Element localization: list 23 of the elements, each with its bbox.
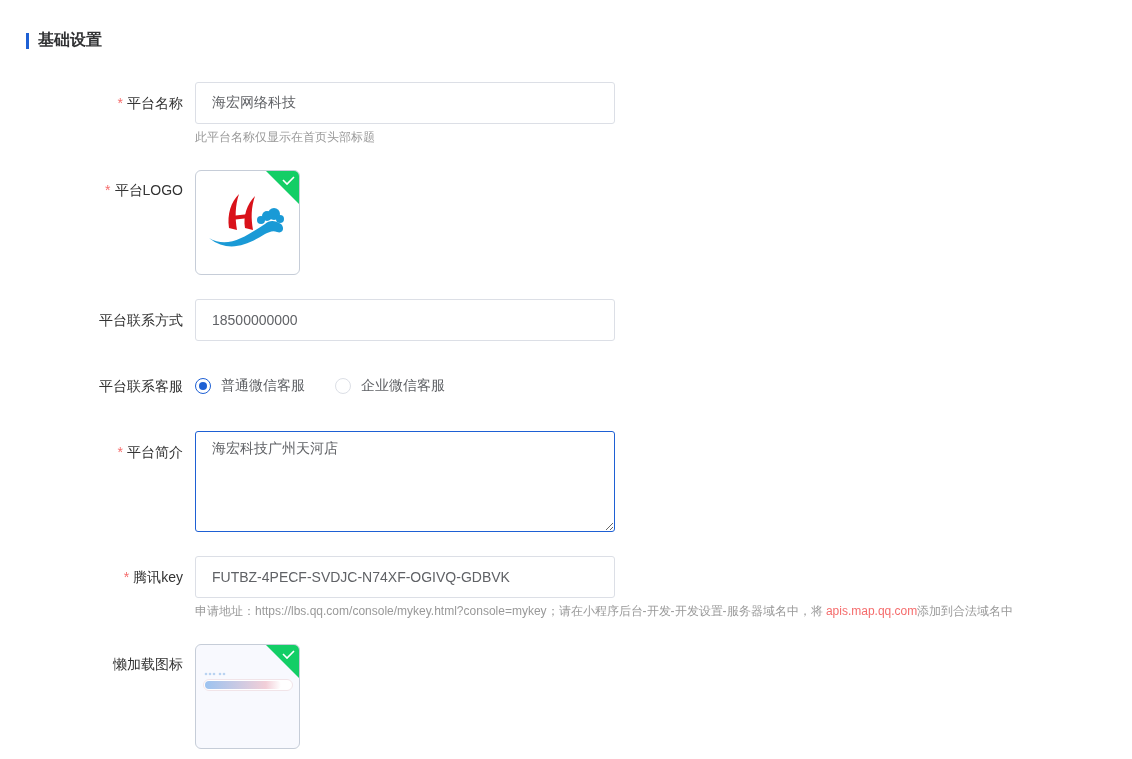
field-label: 平台LOGO xyxy=(114,182,183,198)
field-label: 懒加载图标 xyxy=(113,656,183,672)
section-title: 基础设置 xyxy=(38,30,102,50)
required-mark: * xyxy=(105,182,111,198)
field-label: 平台联系客服 xyxy=(99,378,183,394)
radio-option[interactable]: 企业微信客服 xyxy=(335,377,445,395)
field-hint: 此平台名称仅显示在首页头部标题 xyxy=(195,129,376,145)
text-input[interactable]: FUTBZ-4PECF-SVDJC-N74XF-OGIVQ-GDBVK xyxy=(195,556,615,598)
radio-option[interactable]: 普通微信客服 xyxy=(195,377,305,395)
required-mark: * xyxy=(117,444,123,460)
field-label: 腾讯key xyxy=(133,569,183,585)
image-upload[interactable] xyxy=(195,170,300,275)
required-mark: * xyxy=(123,569,130,585)
field-label: 平台简介 xyxy=(127,444,183,460)
field-label: 平台联系方式 xyxy=(99,312,183,328)
field-hint: 申请地址：https://lbs.qq.com/console/mykey.html?console=mykey；请在小程序后台-开发-开发设置-服务器域名中，将 apis.map.qq.com添加到合法域名中 xyxy=(195,603,1014,619)
field-label: 平台名称 xyxy=(127,95,183,111)
textarea-input[interactable]: 海宏科技广州天河店 xyxy=(195,431,615,532)
section-accent-bar xyxy=(26,32,29,49)
required-mark: * xyxy=(117,95,123,111)
text-input[interactable]: 18500000000 xyxy=(195,299,615,341)
text-input[interactable]: 海宏网络科技 xyxy=(195,82,615,124)
radio-icon[interactable] xyxy=(195,378,211,394)
